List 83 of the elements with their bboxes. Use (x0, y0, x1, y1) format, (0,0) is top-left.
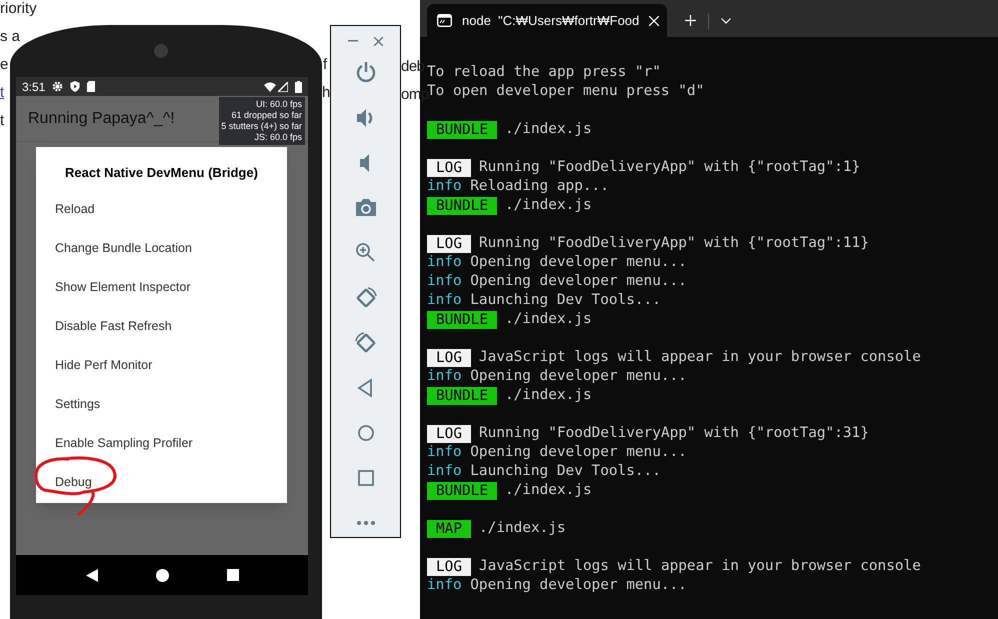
terminal-tab[interactable]: node "C:₩Users₩fortr₩Food (427, 4, 667, 37)
log-badge: LOG (427, 234, 471, 252)
perf-stat: UI: 60.0 fps (256, 99, 302, 110)
page-text-fragment: h (322, 84, 330, 101)
terminal-line: Opening developer menu... (470, 443, 687, 462)
gear-icon (52, 81, 64, 92)
speaker-icon (153, 43, 169, 59)
zoom-in-icon[interactable] (354, 242, 376, 264)
log-badge: LOG (427, 424, 471, 442)
recents-icon[interactable] (226, 569, 238, 581)
power-icon[interactable] (354, 62, 376, 84)
terminal-line: ./index.js (504, 481, 592, 500)
terminal-line: ./index.js (479, 519, 566, 538)
chevron-down-icon[interactable] (721, 18, 731, 24)
plus-icon[interactable] (685, 15, 696, 26)
terminal-line: Launching Dev Tools... (470, 462, 661, 481)
terminal-line: Opening developer menu... (470, 367, 687, 386)
menu-item[interactable]: Debug (36, 462, 92, 502)
status-time: 3:51 (22, 78, 46, 96)
shield-icon (70, 81, 80, 92)
log-badge: BUNDLE (427, 482, 497, 500)
terminal-line: Opening developer menu... (470, 253, 687, 272)
app-title: Running Papaya^_^! (28, 108, 175, 128)
perf-stat: 5 stutters (4+) so far (221, 121, 302, 132)
terminal-line: JavaScript logs will appear in your browser console (479, 348, 921, 367)
terminal-line: ./index.js (504, 196, 592, 215)
terminal-line: Running "FoodDeliveryApp" with {"rootTag":31} (479, 424, 869, 443)
signal-icon (278, 82, 288, 92)
perf-stat: 61 dropped so far (231, 110, 302, 121)
sd-card-icon (87, 81, 96, 92)
page-text-fragment: riority (0, 0, 37, 17)
info-label: info (427, 462, 462, 481)
info-label: info (427, 291, 462, 310)
log-badge: LOG (427, 558, 471, 576)
page-text-fragment: t (0, 112, 4, 129)
terminal-line: ./index.js (504, 386, 592, 405)
terminal-line: To open developer menu press "d" (427, 82, 704, 99)
terminal-line: JavaScript logs will appear in your browser console (479, 557, 921, 576)
page-text-fragment: s a (0, 28, 20, 45)
menu-item[interactable]: Show Element Inspector (36, 268, 190, 306)
wifi-icon (264, 82, 276, 92)
rotate-right-icon[interactable] (354, 332, 376, 354)
menu-item[interactable]: Enable Sampling Profiler (36, 424, 193, 462)
tab-title: node "C:₩Users₩fortr₩Food (462, 12, 640, 30)
dialog-title: React Native DevMenu (Bridge) (64, 164, 259, 182)
log-badge: LOG (427, 348, 471, 366)
log-badge: MAP (427, 520, 471, 538)
rotate-left-icon[interactable] (354, 287, 376, 309)
terminal-line: Running "FoodDeliveryApp" with {"rootTag":1} (479, 158, 860, 177)
perf-stat: JS: 60.0 fps (254, 132, 302, 143)
terminal-line: Running "FoodDeliveryApp" with {"rootTag":11} (479, 234, 869, 253)
terminal-line: ./index.js (504, 120, 592, 139)
info-label: info (427, 367, 462, 386)
log-badge: LOG (427, 158, 471, 176)
terminal-line: Opening developer menu... (470, 272, 687, 291)
menu-item[interactable]: Reload (36, 190, 95, 228)
terminal-line: Launching Dev Tools... (470, 291, 661, 310)
home-icon[interactable] (156, 568, 168, 582)
back-icon[interactable] (86, 568, 98, 582)
page-text-fragment: f (323, 56, 328, 73)
log-badge: BUNDLE (427, 120, 497, 138)
page-text-fragment: e (0, 56, 8, 73)
console-icon (437, 14, 452, 27)
camera-icon[interactable] (354, 197, 376, 219)
page-link[interactable]: t (0, 84, 4, 101)
menu-item[interactable]: Hide Perf Monitor (36, 346, 152, 384)
battery-icon (295, 80, 302, 92)
minimize-icon[interactable] (348, 40, 358, 42)
log-badge: BUNDLE (427, 310, 497, 328)
info-label: info (427, 576, 462, 595)
info-label: info (427, 272, 462, 291)
terminal-line: Reloading app... (470, 177, 609, 196)
log-badge: BUNDLE (427, 386, 497, 404)
info-label: info (427, 253, 462, 272)
menu-item[interactable]: Disable Fast Refresh (36, 306, 172, 346)
menu-item[interactable]: Settings (36, 384, 100, 424)
terminal-line: ./index.js (504, 310, 592, 329)
log-badge: BUNDLE (427, 196, 497, 214)
terminal-line: To reload the app press "r" (427, 63, 661, 82)
info-label: info (427, 177, 462, 196)
info-label: info (427, 443, 462, 462)
terminal-line: Opening developer menu... (470, 576, 687, 595)
menu-item[interactable]: Change Bundle Location (36, 228, 192, 268)
